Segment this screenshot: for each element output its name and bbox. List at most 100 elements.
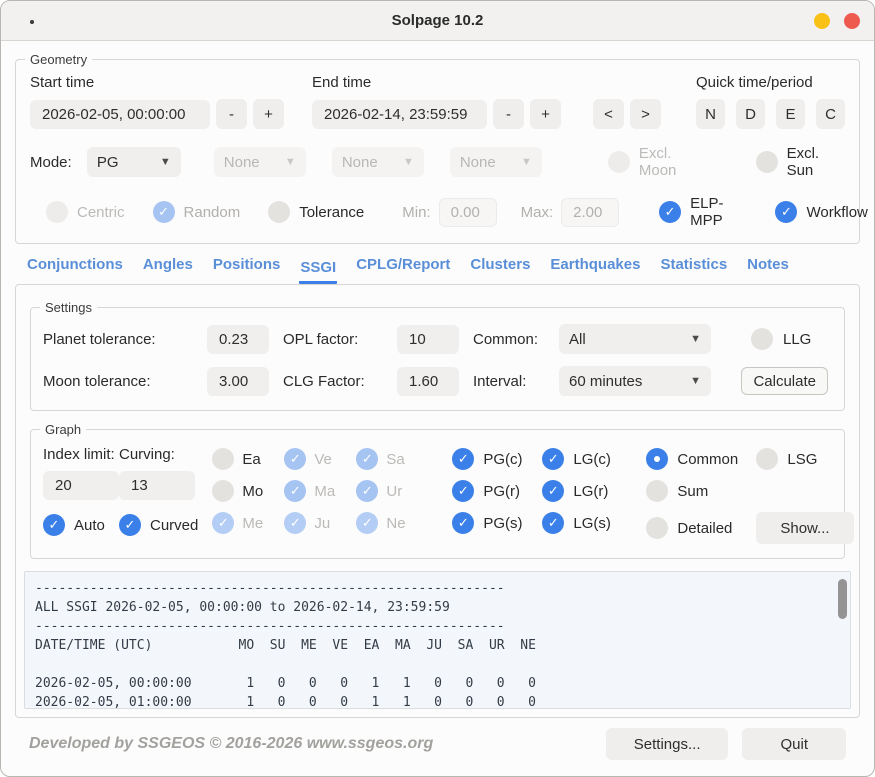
tab-ssgi[interactable]: SSGI — [299, 259, 337, 284]
tab-cplg-report[interactable]: CPLG/Report — [355, 256, 451, 284]
geometry-group: Geometry Start time 2026-02-05, 00:00:00… — [15, 59, 860, 244]
interval-label: Interval: — [473, 373, 545, 390]
excl-sun-checkbox[interactable]: Excl. Sun — [756, 145, 845, 179]
lg-r-checkbox[interactable]: LG(r) — [542, 480, 632, 502]
common-radio[interactable]: Common — [646, 448, 756, 470]
checkbox-checked-icon[interactable] — [43, 514, 65, 536]
interval-select[interactable]: 60 minutes▼ — [559, 366, 711, 396]
checkbox-checked-icon[interactable] — [775, 201, 797, 223]
series-checkbox-grid: PG(c) LG(c) PG(r) LG(r) — [452, 448, 632, 544]
lsg-checkbox[interactable]: LSG — [756, 448, 855, 470]
quick-time-field: Quick time/period N D E C — [696, 74, 845, 129]
geometry-legend: Geometry — [25, 51, 92, 68]
checkbox-checked-icon[interactable] — [542, 448, 564, 470]
tab-statistics[interactable]: Statistics — [659, 256, 728, 284]
tab-earthquakes[interactable]: Earthquakes — [549, 256, 641, 284]
chevron-down-icon: ▼ — [521, 156, 532, 168]
workflow-checkbox[interactable]: Workflow — [775, 201, 867, 223]
settings-button[interactable]: Settings... — [606, 728, 729, 760]
start-plus-button[interactable]: + — [253, 99, 284, 129]
end-plus-button[interactable]: + — [530, 99, 561, 129]
period-prev-button[interactable]: < — [593, 99, 624, 129]
end-time-input[interactable]: 2026-02-14, 23:59:59 — [312, 100, 487, 129]
tab-notes[interactable]: Notes — [746, 256, 790, 284]
tab-angles[interactable]: Angles — [142, 256, 194, 284]
earth-checkbox[interactable]: Ea — [212, 448, 284, 470]
tab-conjunctions[interactable]: Conjunctions — [26, 256, 124, 284]
curving-field: Curving: 13 Curved — [119, 446, 198, 544]
start-time-field: Start time 2026-02-05, 00:00:00 - + — [30, 74, 312, 129]
detailed-checkbox[interactable]: Detailed — [646, 512, 756, 544]
checkbox-checked-icon[interactable] — [119, 514, 141, 536]
minimize-button[interactable] — [814, 13, 830, 29]
quit-button[interactable]: Quit — [742, 728, 846, 760]
opl-factor-input[interactable]: 10 — [397, 325, 459, 354]
index-limit-field: Index limit: 20 Auto — [43, 446, 119, 544]
main-content: Geometry Start time 2026-02-05, 00:00:00… — [1, 41, 874, 776]
start-time-input[interactable]: 2026-02-05, 00:00:00 — [30, 100, 210, 129]
mode-select[interactable]: PG▼ — [87, 147, 181, 177]
window-title: Solpage 10.2 — [1, 12, 874, 29]
auto-checkbox[interactable]: Auto — [43, 514, 119, 536]
tab-bar: Conjunctions Angles Positions SSGI CPLG/… — [15, 244, 860, 284]
close-button[interactable] — [844, 13, 860, 29]
checkbox-checked-icon[interactable] — [542, 512, 564, 534]
clg-factor-input[interactable]: 1.60 — [397, 367, 459, 396]
pg-r-checkbox[interactable]: PG(r) — [452, 480, 542, 502]
llg-checkbox[interactable]: LLG — [725, 328, 832, 350]
lg-c-checkbox[interactable]: LG(c) — [542, 448, 632, 470]
index-limit-input[interactable]: 20 — [43, 471, 119, 500]
min-input: 0.00 — [439, 198, 497, 227]
moon-tolerance-input[interactable]: 3.00 — [207, 367, 269, 396]
tab-positions[interactable]: Positions — [212, 256, 282, 284]
max-label: Max: — [521, 204, 554, 221]
common-select[interactable]: All▼ — [559, 324, 711, 354]
checkbox-icon[interactable] — [212, 480, 234, 502]
checkbox-checked-icon[interactable] — [452, 480, 474, 502]
calculate-button[interactable]: Calculate — [741, 367, 828, 395]
mars-checkbox: Ma — [284, 480, 356, 502]
titlebar[interactable]: Solpage 10.2 — [1, 1, 874, 41]
graph-group: Graph Index limit: 20 Auto Curving: 13 — [30, 429, 845, 559]
quick-e-button[interactable]: E — [776, 99, 805, 129]
planet-tolerance-input[interactable]: 0.23 — [207, 325, 269, 354]
checkbox-checked-icon[interactable] — [452, 512, 474, 534]
lg-s-checkbox[interactable]: LG(s) — [542, 512, 632, 534]
checkbox-checked-icon[interactable] — [542, 480, 564, 502]
elp-mpp-checkbox[interactable]: ELP-MPP — [659, 195, 723, 229]
sum-checkbox[interactable]: Sum — [646, 480, 756, 502]
settings-legend: Settings — [40, 299, 97, 316]
checkbox-icon[interactable] — [268, 201, 290, 223]
show-button[interactable]: Show... — [756, 512, 853, 544]
quick-day-button[interactable]: D — [736, 99, 765, 129]
checkbox-checked-icon — [212, 512, 234, 534]
venus-checkbox: Ve — [284, 448, 356, 470]
checkbox-icon[interactable] — [646, 517, 668, 539]
quick-time-label: Quick time/period — [696, 74, 845, 91]
checkbox-icon[interactable] — [646, 480, 668, 502]
checkbox-checked-icon[interactable] — [452, 448, 474, 470]
scrollbar-thumb[interactable] — [838, 579, 847, 619]
curving-input[interactable]: 13 — [119, 471, 195, 500]
quick-now-button[interactable]: N — [696, 99, 725, 129]
pg-s-checkbox[interactable]: PG(s) — [452, 512, 542, 534]
end-minus-button[interactable]: - — [493, 99, 524, 129]
checkbox-checked-icon[interactable] — [659, 201, 681, 223]
checkbox-icon[interactable] — [756, 151, 778, 173]
chevron-down-icon: ▼ — [690, 333, 701, 345]
checkbox-icon[interactable] — [751, 328, 773, 350]
centric-checkbox: Centric — [46, 201, 125, 223]
start-minus-button[interactable]: - — [216, 99, 247, 129]
quick-c-button[interactable]: C — [816, 99, 845, 129]
checkbox-icon[interactable] — [212, 448, 234, 470]
pg-c-checkbox[interactable]: PG(c) — [452, 448, 542, 470]
mode-label: Mode: — [30, 154, 87, 171]
curved-checkbox[interactable]: Curved — [119, 514, 198, 536]
checkbox-icon[interactable] — [756, 448, 778, 470]
tab-clusters[interactable]: Clusters — [469, 256, 531, 284]
radio-checked-icon[interactable] — [646, 448, 668, 470]
period-next-button[interactable]: > — [630, 99, 661, 129]
tolerance-checkbox[interactable]: Tolerance — [268, 201, 364, 223]
moon-checkbox[interactable]: Mo — [212, 480, 284, 502]
ssgi-output-area[interactable]: ----------------------------------------… — [24, 571, 851, 709]
